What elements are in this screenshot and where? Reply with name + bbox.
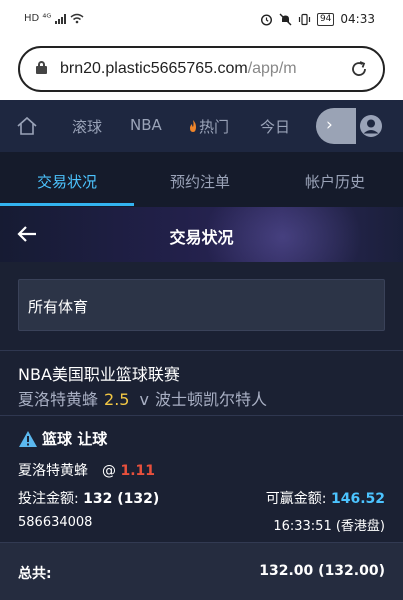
win-value: 146.52 bbox=[330, 491, 385, 507]
nav-item-live[interactable]: 滚球 bbox=[72, 116, 102, 137]
home-icon[interactable] bbox=[16, 115, 38, 137]
bet-type-label: 篮球 让球 bbox=[42, 430, 108, 448]
page-header: 交易状况 bbox=[0, 207, 403, 262]
handicap-line: 2.5 bbox=[104, 390, 130, 409]
home-team: 夏洛特黄蜂 bbox=[18, 390, 99, 409]
league-name: NBA美国职业篮球联赛 bbox=[18, 365, 180, 384]
url-path: /app/m bbox=[247, 60, 297, 77]
nav-item-hot[interactable]: 热门 bbox=[187, 116, 229, 137]
versus-label: v bbox=[139, 390, 149, 409]
sub-tabs: 交易状况 预约注单 帐户历史 bbox=[0, 152, 403, 207]
wifi-icon bbox=[70, 13, 84, 24]
network-label: HD ⁴ᴳ bbox=[24, 13, 52, 24]
total-label: 总共: bbox=[18, 566, 52, 582]
chevron-right-icon: › bbox=[326, 115, 333, 135]
top-nav: 滚球 NBA 热门 今日 › bbox=[0, 100, 403, 152]
tab-pending-bets[interactable]: 预约注单 bbox=[170, 171, 230, 192]
url-host: brn20.plastic5665765.com bbox=[60, 60, 248, 77]
selection-team: 夏洛特黄蜂 bbox=[18, 463, 88, 479]
divider bbox=[0, 415, 403, 416]
at-symbol: @ bbox=[102, 463, 116, 479]
alarm-icon bbox=[260, 13, 272, 26]
clock: 04:33 bbox=[340, 12, 375, 26]
mute-icon bbox=[279, 13, 292, 25]
total-bar: 总共: 132.00 (132.00) bbox=[0, 542, 403, 600]
total-value: 132.00 (132.00) bbox=[259, 563, 385, 579]
status-bar-right: 94 04:33 bbox=[260, 12, 375, 26]
tab-transaction-status[interactable]: 交易状况 bbox=[37, 171, 97, 192]
odds-value: 1.11 bbox=[120, 463, 155, 479]
nav-item-nba[interactable]: NBA bbox=[130, 116, 162, 134]
status-bar-left: HD ⁴ᴳ bbox=[24, 13, 84, 24]
browser-toolbar: brn20.plastic5665765.com/app/m bbox=[0, 40, 403, 100]
divider bbox=[0, 350, 403, 351]
selection-row: 夏洛特黄蜂 @ 1.11 bbox=[18, 460, 155, 480]
signal-icon bbox=[55, 13, 67, 24]
win-label: 可赢金额: bbox=[265, 491, 327, 507]
status-bar: HD ⁴ᴳ 94 04:33 bbox=[0, 0, 403, 40]
away-team: 波士顿凯尔特人 bbox=[154, 390, 267, 409]
bet-type: 篮球 让球 bbox=[18, 428, 107, 449]
win-row: 可赢金额: 146.52 bbox=[266, 488, 385, 508]
warning-icon bbox=[19, 430, 37, 447]
url-text[interactable]: brn20.plastic5665765.com/app/m bbox=[60, 60, 342, 78]
nav-scroll-right-button[interactable]: › bbox=[316, 108, 356, 144]
stake-row: 投注金额: 132 (132) bbox=[18, 488, 159, 508]
nav-item-hot-label: 热门 bbox=[199, 118, 230, 136]
nav-item-today[interactable]: 今日 bbox=[260, 116, 290, 137]
vibrate-icon bbox=[298, 13, 311, 25]
lock-icon bbox=[36, 61, 47, 74]
url-bar[interactable]: brn20.plastic5665765.com/app/m bbox=[18, 46, 385, 92]
reload-icon[interactable] bbox=[349, 59, 369, 79]
fire-icon bbox=[190, 120, 196, 132]
stake-value: 132 (132) bbox=[83, 491, 160, 507]
sport-filter-value: 所有体育 bbox=[28, 298, 89, 316]
page-title: 交易状况 bbox=[169, 228, 234, 247]
ticket-id: 586634008 bbox=[18, 515, 93, 530]
tab-account-history[interactable]: 帐户历史 bbox=[305, 171, 365, 192]
user-icon[interactable] bbox=[359, 114, 383, 138]
battery-icon: 94 bbox=[316, 12, 335, 26]
sport-filter-select[interactable]: 所有体育 bbox=[18, 279, 385, 331]
active-tab-indicator bbox=[0, 203, 134, 206]
matchup: 夏洛特黄蜂 2.5 v 波士顿凯尔特人 bbox=[18, 386, 267, 410]
stake-label: 投注金额: bbox=[18, 491, 79, 507]
bet-time: 16:33:51 (香港盘) bbox=[273, 519, 385, 534]
